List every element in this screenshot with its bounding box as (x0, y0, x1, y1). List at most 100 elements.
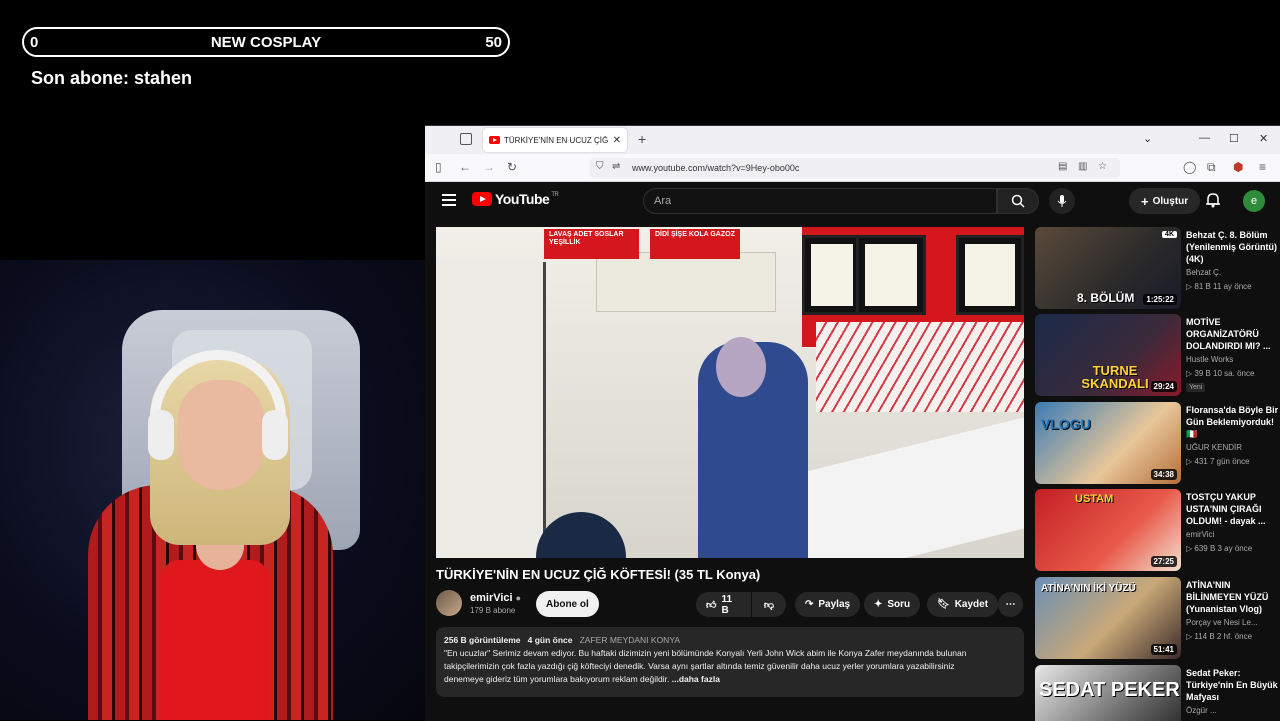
video-thumbnail[interactable]: 8. BÖLÜM 4K 1:25:22 (1035, 227, 1181, 309)
recommended-video[interactable]: TURNE SKANDALI 29:24 MOTİVE ORGANİZATÖRÜ… (1035, 314, 1280, 396)
rec-title[interactable]: Sedat Peker: Türkiye'nin En Büyük Mafyas… (1186, 667, 1280, 703)
channel-avatar[interactable] (436, 590, 462, 616)
goal-end-value: 50 (485, 33, 502, 51)
subscriber-count: 179 B abone (470, 606, 516, 615)
youtube-logo[interactable]: YouTube TR (472, 191, 559, 207)
shield-icon[interactable]: ⛉ (596, 161, 604, 172)
voice-search-button[interactable] (1049, 188, 1075, 214)
tab-overview-icon[interactable] (460, 133, 472, 145)
rec-meta: ▷ 431 7 gün önce (1186, 457, 1250, 466)
view-count: 256 B görüntüleme (444, 635, 521, 645)
goal-start-value: 0 (30, 33, 39, 51)
maximize-icon[interactable]: ☐ (1229, 132, 1239, 145)
guide-menu-icon[interactable] (442, 194, 456, 206)
location-tag[interactable]: ZAFER MEYDANI KONYA (580, 635, 680, 645)
rec-channel[interactable]: Hustle Works (1186, 355, 1233, 364)
addon-icon[interactable]: ⬢ (1233, 160, 1243, 174)
sparkle-icon: ✦ (874, 599, 883, 610)
browser-window: TÜRKİYE'NİN EN UCUZ ÇİĞ KÖF ✕ + ⌄ — ☐ ✕ … (425, 125, 1280, 721)
rec-title[interactable]: Behzat Ç. 8. Bölüm (Yenilenmiş Görüntü) … (1186, 229, 1280, 265)
bookmark-star-icon[interactable]: ☆ (1098, 161, 1107, 172)
video-thumbnail[interactable]: USTAM 27:25 (1035, 489, 1181, 571)
bookmark-icon: 🔖︎ (937, 599, 950, 610)
youtube-favicon-icon (489, 136, 500, 144)
duration-badge: 34:38 (1150, 469, 1177, 480)
site-info-icon[interactable]: ⇌ (612, 161, 620, 172)
back-icon[interactable]: ← (459, 160, 471, 174)
like-button[interactable]: 👍︎ 11 B (696, 592, 751, 617)
more-actions-button[interactable]: ⋯ (998, 592, 1023, 617)
close-tab-icon[interactable]: ✕ (613, 135, 621, 146)
microphone-icon (1057, 195, 1067, 207)
search-icon (1011, 194, 1025, 208)
search-input[interactable]: Ara (643, 188, 997, 214)
reader-icon[interactable]: ▤ (1058, 161, 1067, 172)
rec-meta: ▷ 39 B 10 sa. önce (1186, 369, 1255, 378)
share-icon: ↷ (805, 599, 814, 610)
create-button[interactable]: + Oluştur (1129, 188, 1201, 214)
rec-title[interactable]: MOTİVE ORGANİZATÖRÜ DOLANDIRDI MI? ... (1186, 316, 1280, 352)
window-close-icon[interactable]: ✕ (1259, 132, 1268, 145)
menu-sign-1: LAVAŞ ADET SOSLAR YEŞİLLİK (544, 229, 639, 259)
description-line: takipçilerimizin çok fazla yazdığı çiğ k… (444, 661, 955, 671)
thumbs-down-icon: 👎︎ (763, 599, 775, 611)
video-thumbnail[interactable]: ATİNA'NIN İKİ YÜZÜ 51:41 (1035, 577, 1181, 659)
rec-meta: ▷ 639 B 3 ay önce (1186, 544, 1253, 553)
webcam-feed (0, 260, 425, 720)
forward-icon[interactable]: → (483, 160, 495, 174)
menu-icon[interactable]: ≡ (1259, 160, 1266, 174)
minimize-icon[interactable]: — (1199, 132, 1210, 144)
new-tab-icon[interactable]: + (638, 131, 646, 147)
recommended-video[interactable]: USTAM 27:25 TOSTÇU YAKUP USTA'NIN ÇIRAĞI… (1035, 489, 1280, 571)
recommended-video[interactable]: 8. BÖLÜM 4K 1:25:22 Behzat Ç. 8. Bölüm (… (1035, 227, 1280, 309)
recommended-video[interactable]: SEDAT PEKER Sedat Peker: Türkiye'nin En … (1035, 665, 1280, 721)
youtube-play-icon (472, 192, 492, 206)
youtube-page: YouTube TR Ara + Oluştur e LAVAŞ ADET SO… (425, 182, 1280, 721)
account-avatar[interactable]: e (1243, 190, 1265, 212)
tab-list-chevron-icon[interactable]: ⌄ (1143, 132, 1152, 145)
rec-channel[interactable]: Özgür ... (1186, 706, 1217, 715)
last-subscriber-text: Son abone: stahen (31, 68, 193, 88)
duration-badge: 1:25:22 (1143, 294, 1177, 305)
video-thumbnail[interactable]: VLOGU 34:38 (1035, 402, 1181, 484)
video-description[interactable]: 256 B görüntüleme 4 gün önce ZAFER MEYDA… (436, 627, 1024, 697)
duration-badge: 51:41 (1150, 644, 1177, 655)
more-dots-icon: ⋯ (1005, 599, 1016, 610)
menu-sign-2: DİDİ ŞİŞE KOLA GAZOZ (650, 229, 740, 259)
rec-channel[interactable]: Porçay ve Nesi Le... (1186, 618, 1258, 627)
rec-title[interactable]: Floransa'da Böyle Bir Gün Beklemiyorduk!… (1186, 404, 1280, 440)
tab-youtube[interactable]: TÜRKİYE'NİN EN UCUZ ÇİĞ KÖF ✕ (483, 128, 627, 152)
video-player[interactable]: LAVAŞ ADET SOSLAR YEŞİLLİK DİDİ ŞİŞE KOL… (436, 227, 1024, 558)
recommended-video[interactable]: VLOGU 34:38 Floransa'da Böyle Bir Gün Be… (1035, 402, 1280, 484)
share-button[interactable]: ↷ Paylaş (795, 592, 861, 617)
rec-title[interactable]: TOSTÇU YAKUP USTA'NIN ÇIRAĞI OLDUM! - da… (1186, 491, 1280, 527)
address-bar[interactable]: ⛉ ⇌ www.youtube.com/watch?v=9Hey-obo00c … (590, 158, 1120, 178)
reload-icon[interactable]: ↻ (507, 160, 517, 174)
extensions-icon[interactable]: ⧉ (1207, 160, 1216, 175)
video-title: TÜRKİYE'NİN EN UCUZ ÇİĞ KÖFTESİ! (35 TL … (436, 567, 761, 582)
search-button[interactable] (997, 188, 1039, 214)
show-more-link[interactable]: ...daha fazla (672, 674, 720, 684)
thumbs-up-icon: 👍︎ (706, 599, 717, 611)
video-thumbnail[interactable]: TURNE SKANDALI 29:24 (1035, 314, 1181, 396)
save-button[interactable]: 🔖︎ Kaydet (927, 592, 999, 617)
dislike-button[interactable]: 👎︎ (752, 592, 786, 617)
rec-channel[interactable]: emirVici (1186, 530, 1214, 539)
rec-title[interactable]: ATİNA'NIN BİLİNMEYEN YÜZÜ (Yunanistan Vl… (1186, 579, 1280, 615)
url-text[interactable]: www.youtube.com/watch?v=9Hey-obo00c (632, 163, 799, 173)
rec-meta: ▷ 114 B 2 hf. önce (1186, 632, 1253, 641)
rec-channel[interactable]: Behzat Ç. (1186, 268, 1221, 277)
video-thumbnail[interactable]: SEDAT PEKER (1035, 665, 1181, 721)
pocket-icon[interactable]: ▥ (1078, 161, 1087, 172)
region-code: TR (551, 192, 559, 198)
navigation-bar: ▯ ← → ↻ ⛉ ⇌ www.youtube.com/watch?v=9Hey… (425, 154, 1280, 182)
channel-name[interactable]: emirVici ● (470, 592, 521, 604)
account-icon[interactable]: ◯ (1183, 160, 1196, 174)
ask-button[interactable]: ✦ Soru (864, 592, 921, 617)
subscribe-button[interactable]: Abone ol (536, 591, 599, 617)
notifications-bell-icon[interactable] (1206, 192, 1220, 208)
rec-channel[interactable]: UĞUR KENDİR (1186, 443, 1242, 452)
description-line: denemeye gideriz tüm yorumlara bakıyorum… (444, 674, 670, 684)
recommended-video[interactable]: ATİNA'NIN İKİ YÜZÜ 51:41 ATİNA'NIN BİLİN… (1035, 577, 1280, 659)
sidebar-toggle-icon[interactable]: ▯ (435, 160, 442, 174)
